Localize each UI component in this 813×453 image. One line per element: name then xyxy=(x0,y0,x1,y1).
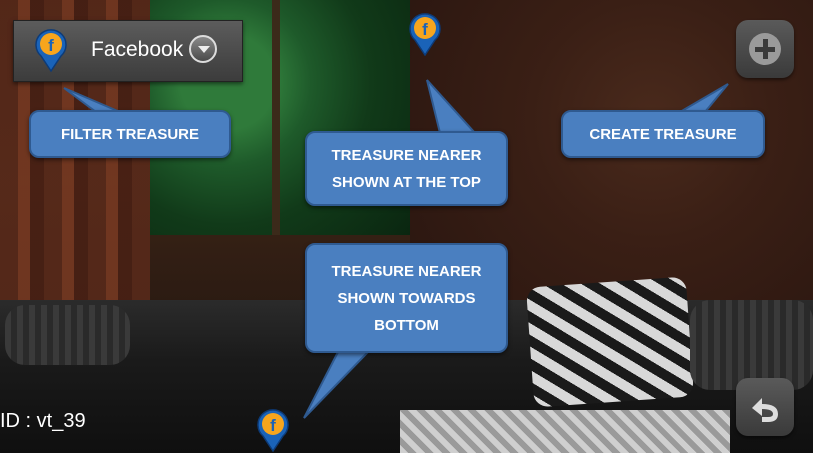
callout-bottom-line2: SHOWN TOWARDS xyxy=(337,289,476,307)
callout-create: CREATE TREASURE xyxy=(561,110,765,158)
callout-top-line2: SHOWN AT THE TOP xyxy=(332,173,481,191)
callout-top: TREASURE NEARER SHOWN AT THE TOP xyxy=(305,131,508,206)
callout-top-line1: TREASURE NEARER xyxy=(331,146,482,164)
user-id-text: ID : vt_39 xyxy=(0,410,86,432)
callout-create-text: CREATE TREASURE xyxy=(589,125,737,143)
callout-bottom-line3: BOTTOM xyxy=(374,316,439,334)
callout-filter: FILTER TREASURE xyxy=(29,110,231,158)
callout-bottom: TREASURE NEARER SHOWN TOWARDS BOTTOM xyxy=(305,243,508,353)
callout-tails xyxy=(63,79,729,419)
callout-bottom-line1: TREASURE NEARER xyxy=(331,262,482,280)
callout-filter-text: FILTER TREASURE xyxy=(60,125,200,143)
